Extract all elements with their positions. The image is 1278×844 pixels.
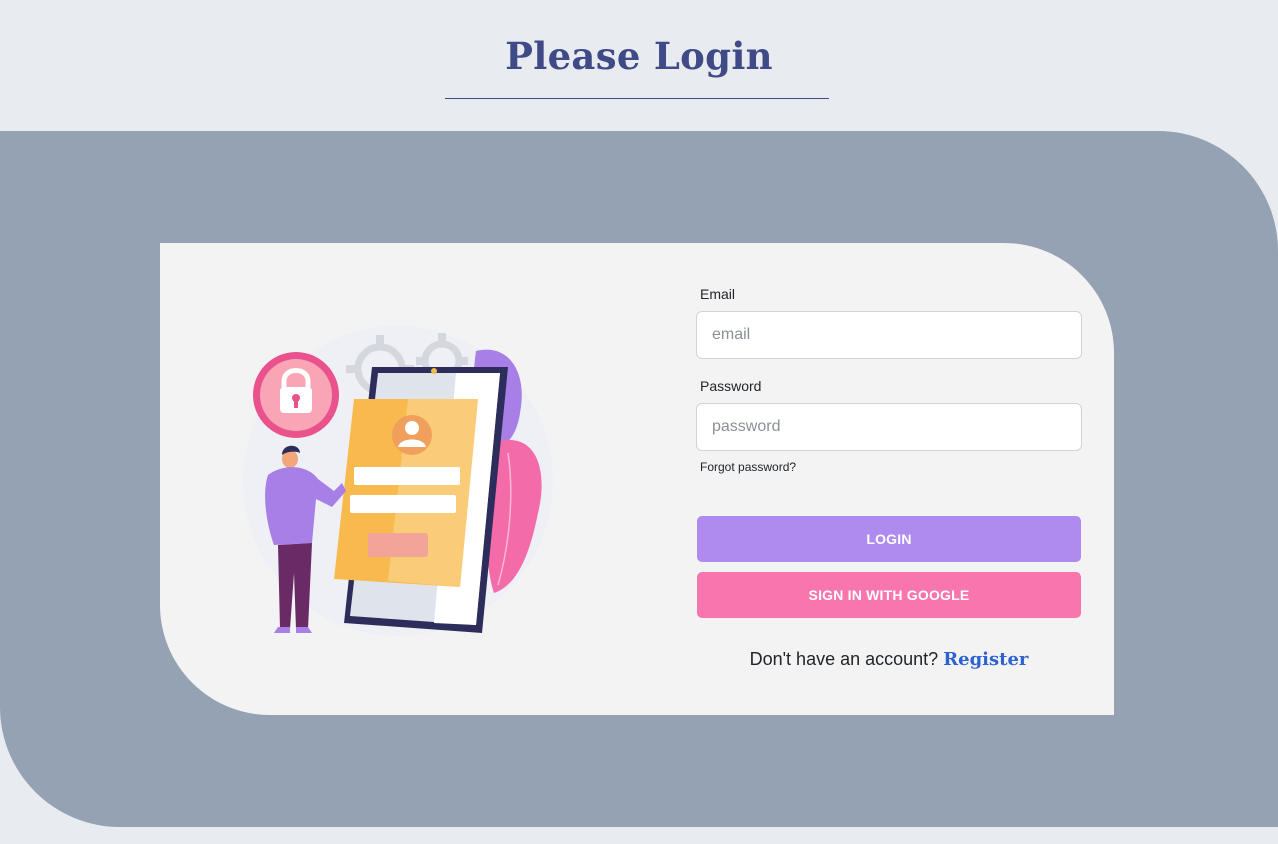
- email-input[interactable]: [696, 311, 1082, 359]
- login-button[interactable]: LOGIN: [697, 516, 1081, 562]
- register-link[interactable]: Register: [943, 649, 1028, 670]
- password-input[interactable]: [696, 403, 1082, 451]
- password-label: Password: [700, 378, 762, 394]
- email-label: Email: [700, 286, 736, 302]
- google-signin-button[interactable]: SIGN IN WITH GOOGLE: [697, 572, 1081, 618]
- forgot-password-link[interactable]: Forgot password?: [700, 460, 796, 474]
- padlock-icon: [253, 352, 339, 438]
- login-page: Please Login Email email Password Forgot…: [0, 0, 1278, 844]
- page-title: Please Login: [505, 34, 773, 78]
- register-prompt: Don't have an account?: [749, 649, 939, 669]
- profile-card-icon: [334, 399, 478, 587]
- login-card: Email Password Forgot password? LOGIN SI…: [160, 243, 1114, 715]
- register-row: Don't have an account? Register: [697, 649, 1081, 670]
- title-underline: [445, 98, 829, 99]
- login-illustration: [243, 326, 553, 636]
